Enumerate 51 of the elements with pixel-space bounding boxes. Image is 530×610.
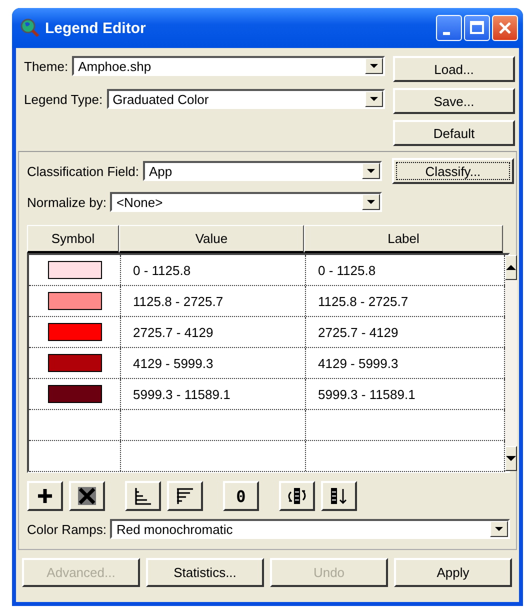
side-button[interactable]: Default bbox=[393, 120, 515, 146]
sort-desc-button[interactable] bbox=[167, 481, 203, 511]
dropdown-arrow-icon bbox=[370, 64, 378, 68]
dropdown-arrow-icon bbox=[367, 200, 375, 204]
minimize-icon bbox=[443, 32, 450, 34]
flip-button[interactable] bbox=[279, 481, 315, 511]
descending-bars-icon bbox=[176, 487, 194, 505]
ascending-bars-icon bbox=[134, 487, 152, 505]
theme-dropdown[interactable]: Amphoe.shp bbox=[72, 56, 385, 76]
theme-label: Theme: bbox=[24, 58, 68, 74]
maximize-button[interactable] bbox=[464, 15, 490, 41]
delete-button[interactable] bbox=[69, 481, 105, 511]
color-swatch[interactable] bbox=[48, 292, 102, 310]
color-swatch[interactable] bbox=[48, 354, 102, 372]
side-button[interactable]: Load... bbox=[393, 56, 515, 82]
classify-button[interactable]: Classify... bbox=[392, 158, 514, 184]
dialog-button[interactable]: Apply bbox=[394, 558, 512, 587]
dialog-button[interactable]: Statistics... bbox=[146, 558, 264, 587]
minimize-button[interactable] bbox=[436, 15, 462, 41]
table-cell: 4129 - 5999.3 bbox=[121, 348, 306, 378]
legend-type-label: Legend Type: bbox=[24, 92, 103, 106]
scrollbar[interactable] bbox=[505, 255, 517, 471]
color-ramps-dropdown[interactable]: Red monochromatic bbox=[110, 519, 510, 539]
reverse-button[interactable] bbox=[321, 481, 357, 511]
window-title: Legend Editor bbox=[45, 20, 147, 36]
legend-type-dropdown[interactable]: Graduated Color bbox=[106, 89, 385, 109]
table-cell: 2725.7 - 4129 bbox=[121, 317, 306, 347]
table-cell: 1125.8 - 2725.7 bbox=[121, 286, 306, 316]
zero-button[interactable]: 0 bbox=[223, 481, 259, 511]
side-button[interactable]: Save... bbox=[393, 88, 515, 114]
dropdown-arrow-icon bbox=[495, 527, 503, 531]
scroll-up-icon bbox=[506, 265, 516, 270]
cross-icon bbox=[77, 486, 97, 506]
dropdown-arrow-icon bbox=[367, 169, 375, 173]
dropdown-arrow-icon bbox=[370, 97, 378, 101]
normalize-by-label: Normalize by: bbox=[27, 194, 106, 210]
sort-asc-button[interactable] bbox=[125, 481, 161, 511]
color-ramps-label: Color Ramps: bbox=[27, 522, 106, 536]
scroll-down-icon bbox=[506, 456, 516, 461]
classification-field-dropdown[interactable]: App bbox=[143, 161, 382, 181]
normalize-by-dropdown[interactable]: <None> bbox=[110, 192, 382, 212]
color-swatch[interactable] bbox=[48, 385, 102, 403]
reverse-order-icon bbox=[329, 487, 349, 505]
color-swatch[interactable] bbox=[48, 261, 102, 279]
plus-icon bbox=[37, 488, 53, 504]
add-button[interactable] bbox=[27, 481, 63, 511]
classification-field-label: Classification Field: bbox=[27, 164, 139, 178]
color-swatch[interactable] bbox=[48, 323, 102, 341]
table-cell: 0 - 1125.8 bbox=[121, 255, 306, 285]
table-cell: 5999.3 - 11589.1 bbox=[121, 379, 306, 409]
close-button[interactable] bbox=[492, 15, 518, 41]
